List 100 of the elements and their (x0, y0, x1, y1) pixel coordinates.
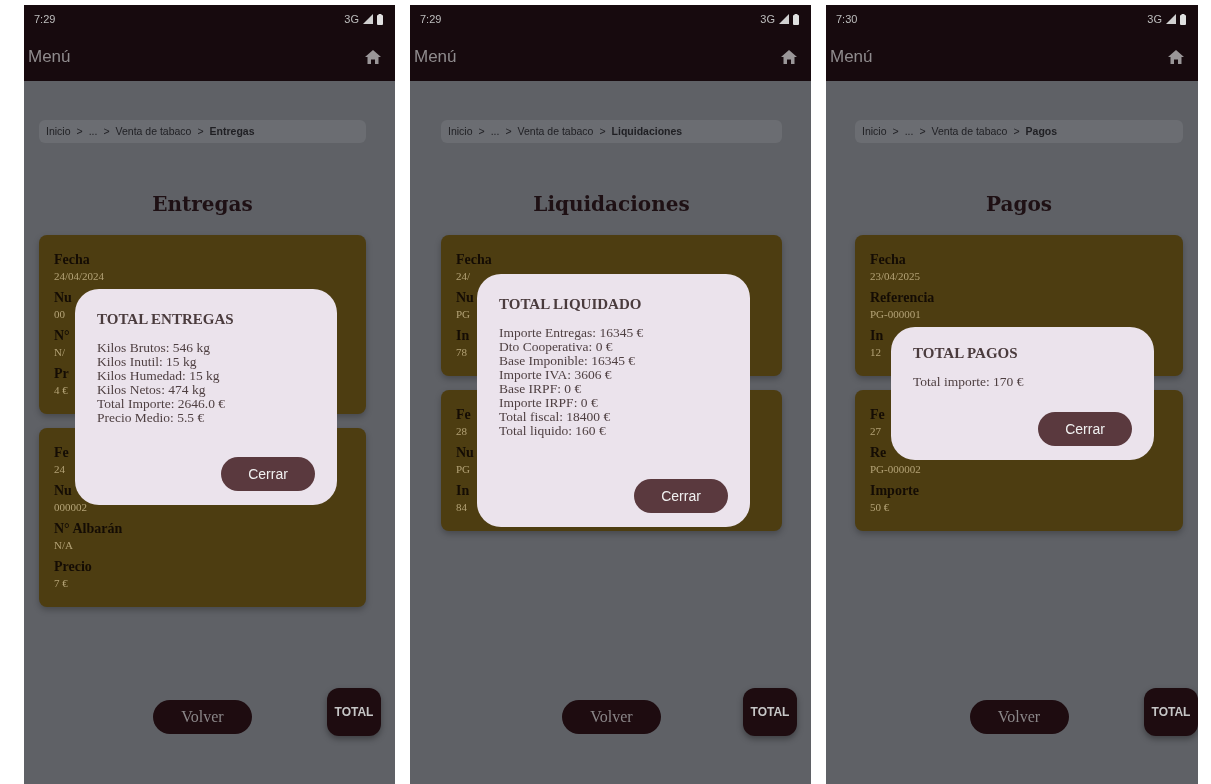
field-value: 84 (456, 500, 467, 515)
dialog-title: TOTAL LIQUIDADO (499, 295, 642, 314)
breadcrumb-separator: > (76, 123, 83, 139)
field-value: 28 (456, 424, 467, 439)
breadcrumb-link[interactable]: Inicio (862, 123, 887, 140)
dialog-line: Kilos Brutos: 546 kg (97, 341, 210, 355)
field-label: Re (870, 444, 887, 462)
field-label: Nu (54, 482, 72, 500)
total-button[interactable]: TOTAL (1144, 688, 1198, 736)
breadcrumb-separator: > (599, 123, 606, 139)
close-button[interactable]: Cerrar (221, 457, 315, 491)
dialog-line: Total importe: 170 € (913, 375, 1024, 389)
breadcrumb-link[interactable]: ... (88, 123, 98, 140)
field-value: 24 (54, 462, 65, 477)
breadcrumb-separator: > (1013, 123, 1020, 139)
field-label: Nu (54, 289, 72, 307)
home-icon[interactable] (365, 50, 381, 64)
breadcrumb-separator: > (197, 123, 204, 139)
field-label: Referencia (870, 289, 935, 307)
field-label: Nu (456, 444, 474, 462)
field-value: PG (456, 462, 471, 477)
breadcrumb-link[interactable]: Venta de tabaco (517, 123, 594, 140)
field-value: 24/ (456, 269, 471, 284)
field-label: Fe (54, 444, 69, 462)
signal-icon (779, 14, 789, 24)
total-button[interactable]: TOTAL (743, 688, 797, 736)
field-label: In (870, 327, 884, 345)
field-value: 23/04/2025 (870, 269, 921, 284)
signal-icon (1166, 14, 1176, 24)
field-label: Importe (870, 482, 919, 500)
battery-icon (1180, 13, 1186, 25)
field-value: 00 (54, 307, 65, 322)
page-title: Pagos (984, 191, 1053, 218)
field-label: Fecha (870, 251, 906, 269)
field-value: N/A (54, 538, 73, 553)
field-value: 78 (456, 345, 467, 360)
breadcrumb-separator: > (919, 123, 926, 139)
status-time: 7:29 (420, 11, 442, 27)
field-label: Pr (54, 365, 69, 383)
field-label: In (456, 327, 470, 345)
dialog-line: Kilos Inutil: 15 kg (97, 355, 197, 369)
network-label: 3G (1147, 11, 1162, 27)
dialog-line: Total fiscal: 18400 € (499, 410, 611, 424)
dialog-line: Total liquido: 160 € (499, 424, 606, 438)
status-time: 7:29 (34, 11, 56, 27)
home-icon[interactable] (1168, 50, 1184, 64)
page-title: Entregas (151, 191, 254, 218)
dialog-line: Importe Entregas: 16345 € (499, 326, 644, 340)
field-value: PG-000002 (870, 462, 921, 477)
field-value: PG-000001 (870, 307, 921, 322)
home-icon[interactable] (781, 50, 797, 64)
back-button[interactable]: Volver (562, 700, 661, 734)
field-value: 7 € (54, 576, 68, 591)
dialog-line: Base Imponible: 16345 € (499, 354, 636, 368)
menu-link[interactable]: Menú (414, 44, 457, 70)
dialog-line: Dto Cooperativa: 0 € (499, 340, 613, 354)
close-button[interactable]: Cerrar (634, 479, 728, 513)
field-label: Fe (456, 406, 471, 424)
field-label: Precio (54, 558, 92, 576)
status-time: 7:30 (836, 11, 858, 27)
field-value: 4 € (54, 383, 68, 398)
back-button[interactable]: Volver (969, 700, 1069, 734)
menu-link[interactable]: Menú (28, 44, 71, 70)
field-value: 12 (870, 345, 881, 360)
field-value: 27 (870, 424, 881, 439)
dialog-line: Kilos Netos: 474 kg (97, 383, 206, 397)
menu-link[interactable]: Menú (830, 44, 873, 70)
field-label: In (456, 482, 470, 500)
network-label: 3G (760, 11, 775, 27)
breadcrumb-separator: > (505, 123, 512, 139)
total-button[interactable]: TOTAL (327, 688, 381, 736)
back-button[interactable]: Volver (153, 700, 252, 734)
signal-icon (363, 14, 373, 24)
breadcrumb-link[interactable]: Venta de tabaco (931, 123, 1008, 140)
breadcrumb-link[interactable]: Inicio (448, 123, 473, 140)
field-value: N/ (54, 345, 65, 360)
breadcrumb-current: Liquidaciones (611, 123, 683, 139)
dialog-line: Importe IVA: 3606 € (499, 368, 612, 382)
battery-icon (793, 13, 799, 25)
field-label: N° Albarán (54, 520, 123, 538)
breadcrumb-link[interactable]: ... (904, 123, 914, 140)
field-value: 000002 (54, 500, 87, 515)
field-label: Nu (456, 289, 474, 307)
field-value: 50 € (870, 500, 890, 515)
network-label: 3G (344, 11, 359, 27)
field-value: 24/04/2024 (54, 269, 105, 284)
breadcrumb-link[interactable]: Venta de tabaco (115, 123, 192, 140)
field-value: PG (456, 307, 471, 322)
breadcrumb-separator: > (103, 123, 110, 139)
breadcrumb-current: Pagos (1025, 123, 1058, 139)
field-label: Fe (870, 406, 885, 424)
field-label: Fecha (54, 251, 90, 269)
dialog-line: Importe IRPF: 0 € (499, 396, 598, 410)
dialog-title: TOTAL PAGOS (913, 344, 1018, 363)
breadcrumb-link[interactable]: Inicio (46, 123, 71, 140)
battery-icon (377, 13, 383, 25)
dialog-title: TOTAL ENTREGAS (97, 310, 234, 329)
breadcrumb-link[interactable]: ... (490, 123, 500, 140)
field-label: Fecha (456, 251, 492, 269)
close-button[interactable]: Cerrar (1038, 412, 1132, 446)
